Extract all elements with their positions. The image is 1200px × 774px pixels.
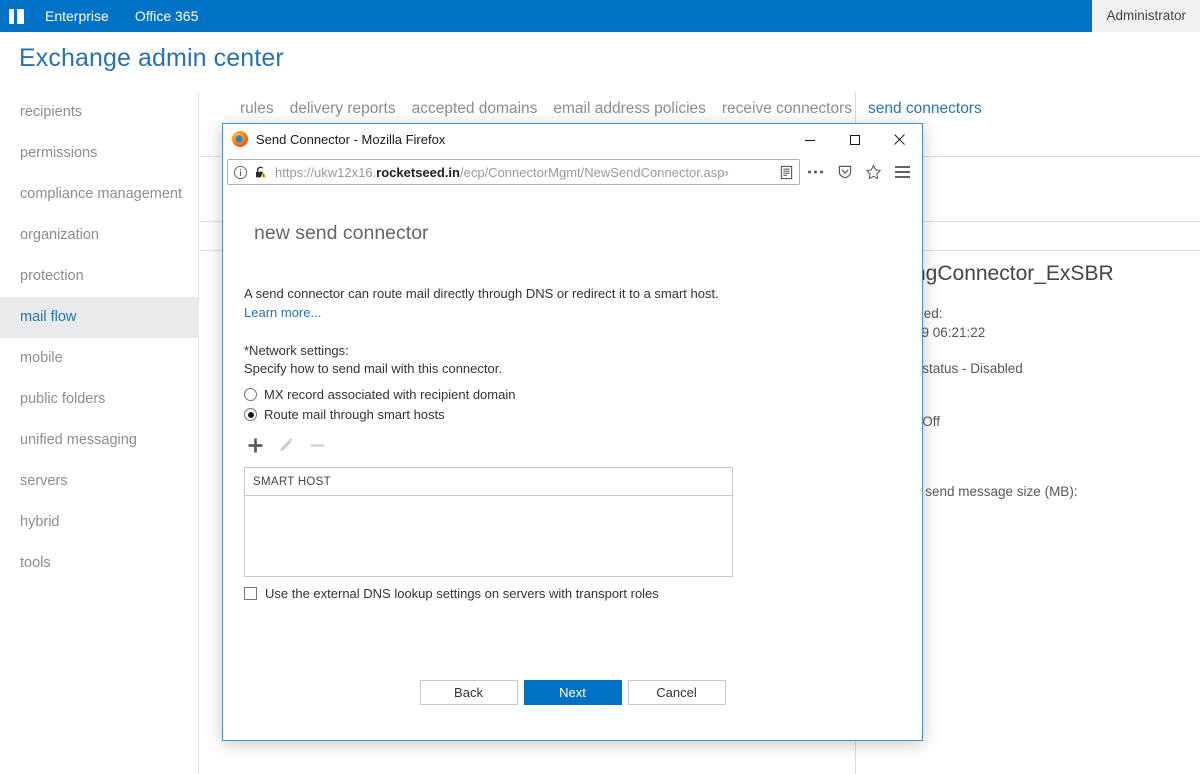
firefox-window-title: Send Connector - Mozilla Firefox — [256, 131, 446, 147]
details-status: r status - Disabled — [914, 361, 1023, 376]
sidebar-item-organization[interactable]: organization — [0, 215, 198, 256]
cancel-button[interactable]: Cancel — [627, 680, 726, 705]
close-icon[interactable] — [877, 124, 922, 155]
hamburger-menu-icon[interactable] — [889, 159, 916, 185]
page-title: Exchange admin center — [19, 44, 284, 72]
learn-more-link[interactable]: Learn more... — [244, 305, 321, 320]
tab-rules[interactable]: rules — [240, 100, 274, 118]
smart-host-toolbar — [244, 434, 894, 456]
smart-host-table-header: SMART HOST — [245, 468, 732, 496]
tab-delivery-reports[interactable]: delivery reports — [290, 100, 396, 118]
radio-mx-record-icon[interactable] — [244, 388, 257, 401]
external-dns-checkbox[interactable] — [244, 587, 257, 600]
dialog-description-text: A send connector can route mail directly… — [244, 286, 719, 301]
user-account-label[interactable]: Administrator — [1092, 0, 1200, 32]
minimize-icon[interactable] — [787, 124, 832, 155]
dialog-footer: Back Next Cancel — [223, 680, 922, 705]
sidebar-item-recipients[interactable]: recipients — [0, 92, 198, 133]
sidebar-item-public-folders[interactable]: public folders — [0, 379, 198, 420]
sidebar-item-mobile[interactable]: mobile — [0, 338, 198, 379]
url-domain: rocketseed.in — [376, 164, 460, 180]
url-bar[interactable]: https://ukw12x16.rocketseed.in/ecp/Conne… — [227, 159, 800, 185]
bookmark-star-icon[interactable] — [860, 159, 887, 185]
remove-icon — [306, 434, 328, 456]
sidebar-item-tools[interactable]: tools — [0, 543, 198, 584]
page-actions-ellipsis-icon[interactable] — [802, 159, 829, 185]
details-connector-name: ngConnector_ExSBR — [914, 262, 1114, 285]
pocket-shield-icon[interactable] — [831, 159, 858, 185]
url-text[interactable]: https://ukw12x16.rocketseed.in/ecp/Conne… — [275, 165, 775, 180]
url-prefix: https://ukw12x16. — [275, 164, 377, 180]
smart-host-table-body[interactable] — [245, 496, 732, 576]
page-info-icon[interactable] — [233, 165, 248, 180]
dialog-title: new send connector — [254, 222, 429, 244]
details-max-send-size-label: n send message size (MB): — [914, 484, 1078, 499]
network-settings-label: *Network settings: — [244, 343, 349, 358]
app-launcher-waffle-icon[interactable] — [0, 0, 32, 32]
reader-mode-icon[interactable] — [775, 161, 797, 183]
edit-pencil-icon — [275, 434, 297, 456]
back-button[interactable]: Back — [419, 680, 518, 705]
firefox-logo-icon — [232, 131, 248, 147]
details-off-value: - Off — [914, 414, 941, 429]
sidebar-item-mail-flow[interactable]: mail flow — [0, 297, 198, 338]
smart-host-table: SMART HOST — [244, 467, 733, 577]
details-modified-value: 19 06:21:22 — [914, 325, 986, 340]
maximize-icon[interactable] — [832, 124, 877, 155]
firefox-window: Send Connector - Mozilla Firefox https:/… — [222, 123, 923, 741]
tab-accepted-domains[interactable]: accepted domains — [412, 100, 538, 118]
sidebar-item-hybrid[interactable]: hybrid — [0, 502, 198, 543]
insecure-lock-warning-icon[interactable] — [253, 165, 268, 180]
network-settings-help: Specify how to send mail with this conne… — [244, 361, 502, 376]
office365-suite-bar: Enterprise Office 365 Administrator — [0, 0, 1200, 32]
add-icon[interactable] — [244, 434, 266, 456]
external-dns-checkbox-row[interactable]: Use the external DNS lookup settings on … — [244, 586, 894, 601]
radio-smart-hosts-icon[interactable] — [244, 408, 257, 421]
sidebar-item-servers[interactable]: servers — [0, 461, 198, 502]
radio-mx-record-label: MX record associated with recipient doma… — [264, 387, 516, 402]
sidebar-item-protection[interactable]: protection — [0, 256, 198, 297]
suitebar-link-office365[interactable]: Office 365 — [122, 0, 212, 32]
radio-mx-record[interactable]: MX record associated with recipient doma… — [244, 387, 894, 402]
tab-receive-connectors[interactable]: receive connectors — [722, 100, 852, 118]
suitebar-link-enterprise[interactable]: Enterprise — [32, 0, 122, 32]
ecp-new-send-connector-page: new send connector A send connector can … — [223, 189, 922, 740]
sidebar-item-permissions[interactable]: permissions — [0, 133, 198, 174]
details-modified-label: ified: — [914, 306, 943, 321]
radio-smart-hosts-label: Route mail through smart hosts — [264, 407, 445, 422]
next-button[interactable]: Next — [523, 680, 622, 705]
column-header-smart-host: SMART HOST — [253, 475, 331, 488]
sidebar-item-unified-messaging[interactable]: unified messaging — [0, 420, 198, 461]
sidebar-item-compliance-management[interactable]: compliance management — [0, 174, 198, 215]
external-dns-label: Use the external DNS lookup settings on … — [265, 586, 659, 601]
firefox-titlebar[interactable]: Send Connector - Mozilla Firefox — [223, 124, 922, 155]
firefox-navigation-toolbar: https://ukw12x16.rocketseed.in/ecp/Conne… — [223, 155, 922, 189]
sidebar-nav: recipients permissions compliance manage… — [0, 92, 199, 774]
suitebar-right-group: Administrator — [1092, 0, 1200, 32]
tab-email-address-policies[interactable]: email address policies — [553, 100, 706, 118]
window-controls — [787, 124, 922, 155]
url-suffix: /ecp/ConnectorMgmt/NewSendConnector.asp› — [460, 164, 729, 180]
radio-smart-hosts[interactable]: Route mail through smart hosts — [244, 407, 894, 422]
dialog-description: A send connector can route mail directly… — [244, 284, 720, 322]
